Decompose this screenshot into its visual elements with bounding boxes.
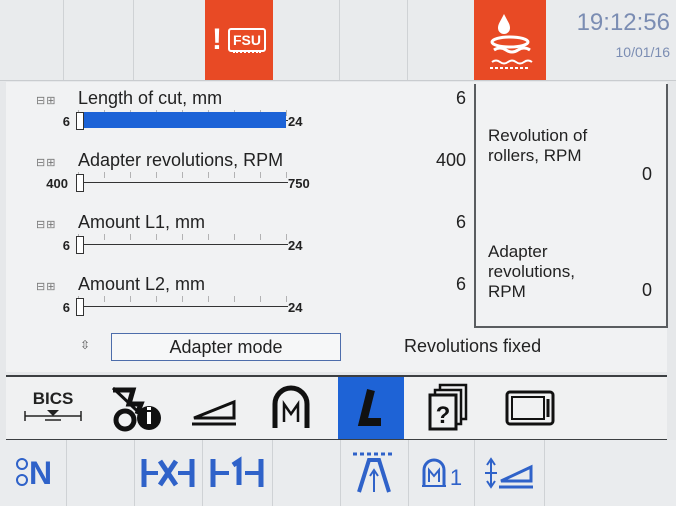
arch-arrow-icon [353,452,395,493]
help-button[interactable]: ? [416,377,480,439]
slider-min: 6 [62,300,70,315]
screen-icon [505,390,555,426]
top-cell-3[interactable] [133,0,206,80]
param-amount-l1: ⊟⊞ Amount L1, mm 6 6 24 [6,212,466,272]
m-arch-button[interactable] [256,377,326,439]
lubrication-button[interactable] [474,0,546,80]
slider-max: 24 [288,300,303,315]
warning-icon: ! [212,23,222,56]
softkey-5[interactable] [272,440,341,506]
bics-label: BICS [32,388,74,408]
param-adapter-revolutions: ⊟⊞ Adapter revolutions, RPM 400 400 750 [6,150,466,210]
param-value: 6 [455,274,466,294]
param-value: 6 [455,88,466,108]
bics-icon [24,409,82,421]
slider-handle[interactable] [76,298,84,316]
function-icon-bar: BICS ? [6,375,667,441]
adapter-mode-button[interactable]: Adapter mode [111,333,341,361]
tool-info-button[interactable] [98,377,174,439]
slider-handle[interactable] [76,174,84,192]
slider-handle[interactable] [76,236,84,254]
slider-max: 24 [288,114,303,129]
top-status-bar: ! FSU 19:12:56 10/01/16 [0,0,676,81]
counter-label: 1 [449,465,463,490]
param-edit-icon[interactable]: ⊟⊞ [36,280,56,293]
top-cell-6[interactable] [339,0,408,80]
mode-toggle-icon: ⇳ [80,338,91,352]
param-edit-icon[interactable]: ⊟⊞ [36,218,56,231]
adapter-rpm-label: Adapter revolutions, RPM [488,242,575,301]
slider-track[interactable] [78,172,288,183]
slider-min: 400 [46,176,68,191]
softkey-arch[interactable] [340,440,409,506]
bottom-softkey-bar: N 1 [0,440,676,506]
slider-fill [82,112,286,128]
f1-measure-icon [210,456,264,487]
clock: 19:12:56 10/01/16 [560,9,671,61]
l-mode-button[interactable] [338,377,404,439]
fsu-chip-icon: FSU [228,28,266,53]
screen-button[interactable] [490,377,570,439]
help-pages-icon: ? [428,383,468,431]
date-display: 10/01/16 [615,44,671,60]
softkey-9[interactable] [544,440,676,506]
param-edit-icon[interactable]: ⊟⊞ [36,94,56,107]
top-cell-1[interactable] [0,0,64,80]
wedge-icon [192,399,236,426]
slider-min: 6 [62,238,70,253]
top-cell-5[interactable] [273,0,340,80]
rollers-rpm-label: Revolution of rollers, RPM [488,126,588,165]
wedge-adjust-icon [485,457,533,489]
softkey-fx[interactable] [134,440,203,506]
slider-track[interactable] [78,296,288,307]
parameter-panel: ⊟⊞ Length of cut, mm 6 6 24 ⊟⊞ Adapter r… [6,82,668,372]
bics-button[interactable]: BICS [16,377,90,439]
time-display: 19:12:56 [576,9,670,36]
softkey-f1[interactable] [202,440,273,506]
rollers-rpm-value: 0 [641,164,652,184]
info-readout-box: Revolution of rollers, RPM 0 Adapter rev… [474,84,668,328]
softkey-n[interactable]: N [0,440,67,506]
n-label: N [28,454,52,491]
n-sensor-icon [15,458,28,486]
slider-max: 24 [288,238,303,253]
softkey-2[interactable] [66,440,135,506]
param-edit-icon[interactable]: ⊟⊞ [36,156,56,169]
mode-status-text: Revolutions fixed [404,336,542,356]
slider-handle[interactable] [76,112,84,130]
slider-track[interactable] [78,234,288,245]
param-label: Adapter revolutions, RPM [78,150,284,170]
fx-measure-icon [141,459,195,487]
param-label: Length of cut, mm [78,88,223,108]
m-arch-small-icon [421,458,446,487]
param-amount-l2: ⊟⊞ Amount L2, mm 6 6 24 [6,274,466,334]
softkey-m1[interactable]: 1 [408,440,475,506]
m-arch-icon [272,385,310,428]
lubrication-icon [490,14,533,69]
slider-min: 6 [62,114,70,129]
param-label: Amount L1, mm [78,212,206,232]
svg-text:?: ? [436,402,451,429]
slider-max: 750 [288,176,310,191]
tool-info-icon [111,386,161,432]
top-cell-7[interactable] [407,0,475,80]
fsu-alarm-button[interactable]: ! FSU [205,0,273,80]
adapter-rpm-value: 0 [641,280,652,300]
param-label: Amount L2, mm [78,274,206,294]
param-length-of-cut: ⊟⊞ Length of cut, mm 6 6 24 [6,88,466,148]
wedge-button[interactable] [182,377,246,439]
param-value: 6 [455,212,466,232]
L-icon [357,389,381,426]
softkey-wedge-adjust[interactable] [474,440,545,506]
param-value: 400 [435,150,466,170]
top-cell-2[interactable] [63,0,134,80]
